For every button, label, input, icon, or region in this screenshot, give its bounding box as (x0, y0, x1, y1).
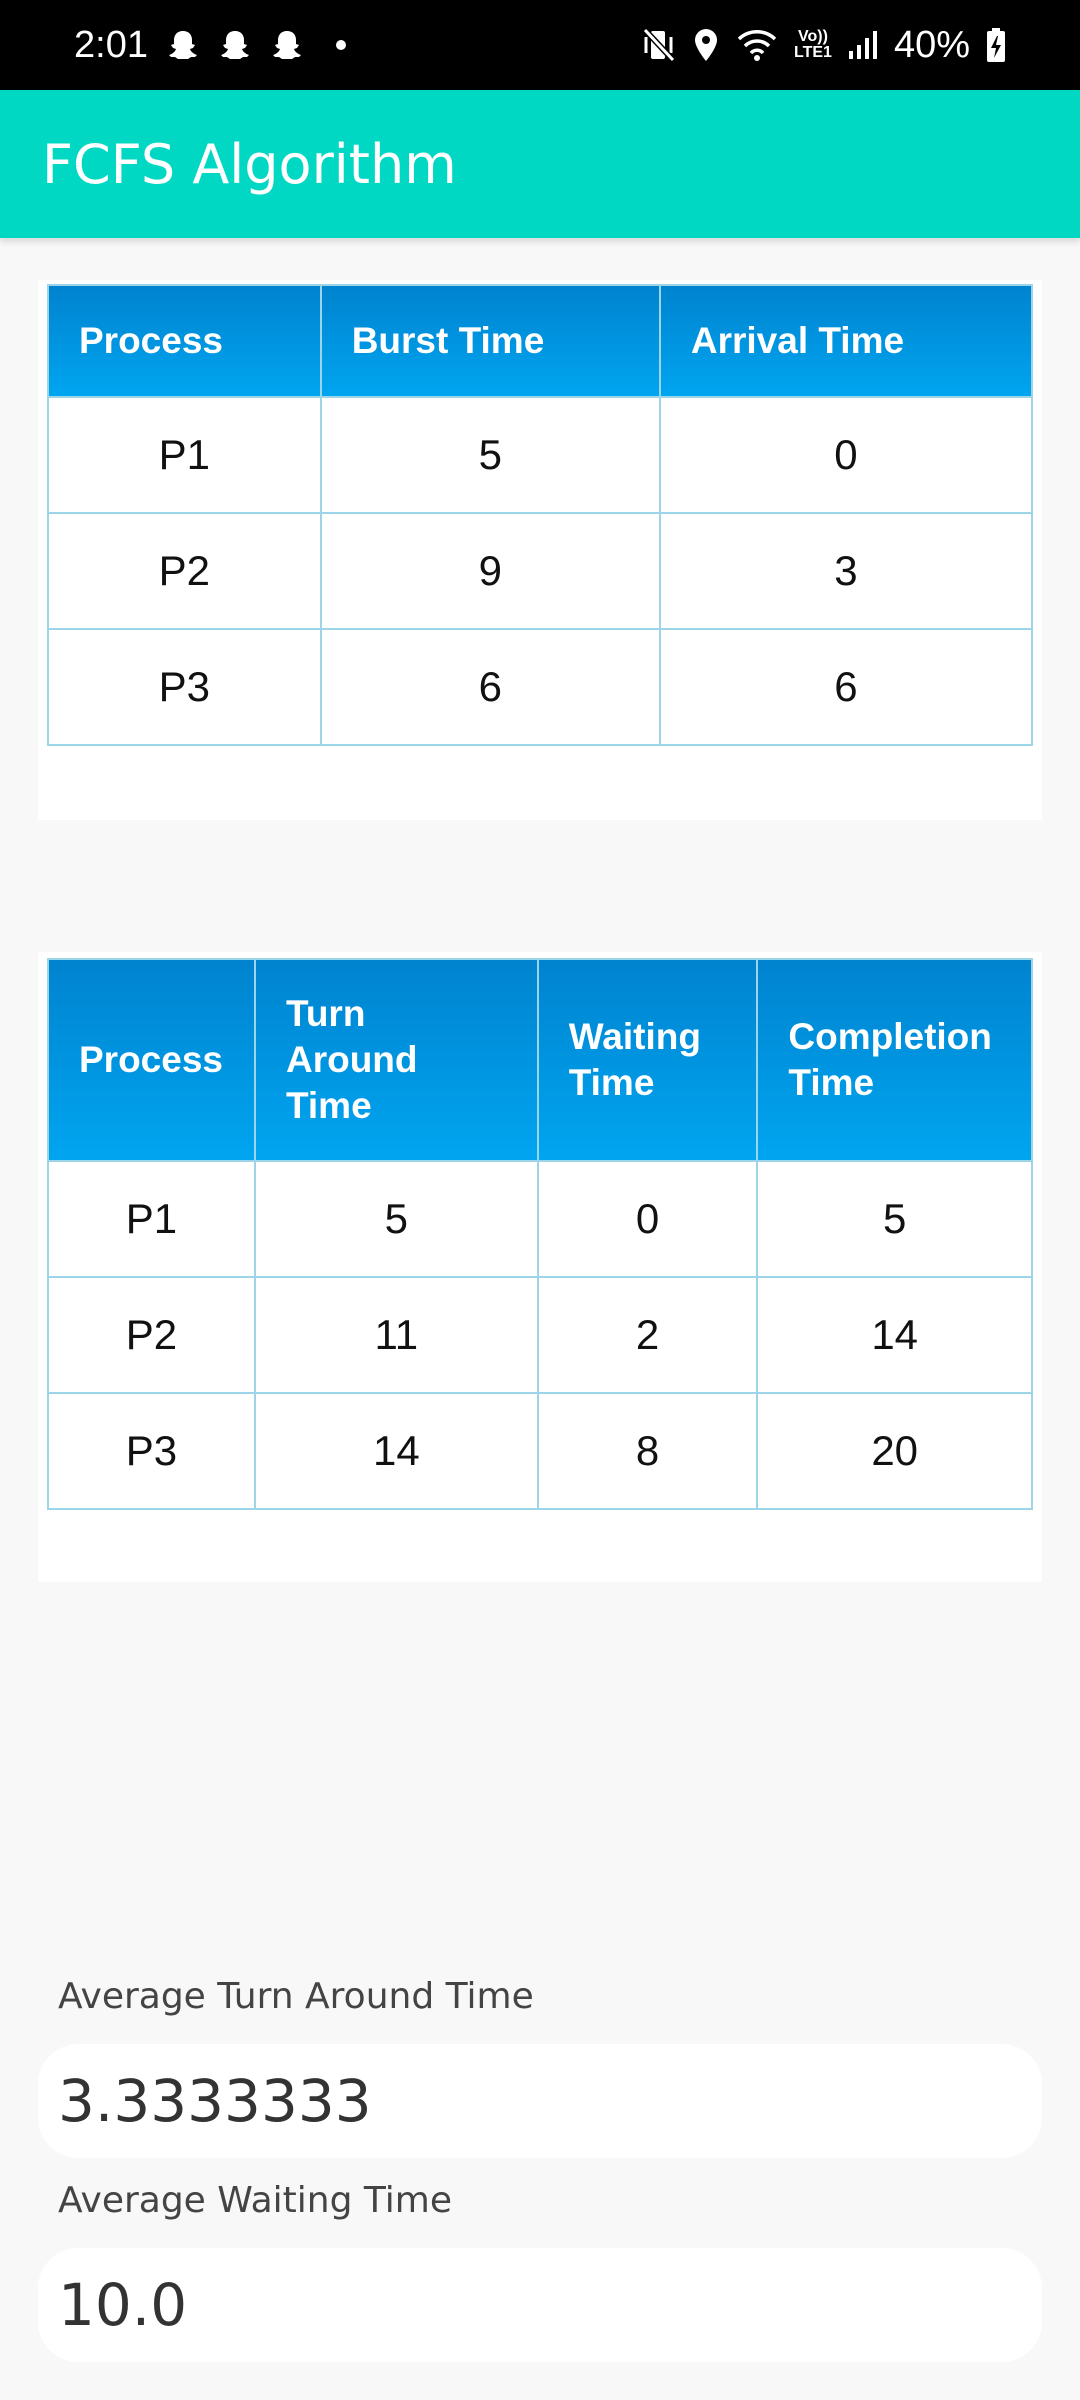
cell-process: P1 (47, 1160, 256, 1278)
table-row: P2 9 3 (47, 512, 1034, 630)
table-row: P2 11 2 14 (47, 1276, 1033, 1394)
avg-turn-around-label: Average Turn Around Time (58, 1976, 534, 2017)
cell-turn-around-time: 14 (253, 1392, 539, 1510)
snapchat-icon (168, 31, 197, 59)
table-header-row: Process Burst Time Arrival Time (47, 284, 1034, 398)
avg-waiting-field[interactable]: 10.0 (38, 2248, 1042, 2362)
cell-completion-time: 20 (756, 1392, 1033, 1510)
cell-process: P3 (47, 628, 322, 746)
status-right: Vo)) LTE1 40% (642, 24, 1006, 67)
battery-charging-icon (987, 28, 1005, 62)
table-row: P3 6 6 (47, 628, 1034, 746)
table-row: P3 14 8 20 (47, 1392, 1033, 1510)
cell-burst-time: 9 (319, 512, 661, 630)
cell-burst-time: 5 (319, 396, 661, 514)
cell-process: P3 (47, 1392, 256, 1510)
avg-turn-around-field[interactable]: 3.3333333 (38, 2044, 1042, 2158)
app-title: FCFS Algorithm (42, 132, 457, 196)
result-table-card: Process Turn Around Time Waiting Time Co… (38, 952, 1042, 1582)
battery-percent: 40% (893, 23, 970, 66)
cell-turn-around-time: 11 (253, 1276, 539, 1394)
cell-arrival-time: 6 (658, 628, 1034, 746)
lte-label: LTE1 (794, 44, 832, 61)
cell-arrival-time: 3 (658, 512, 1034, 630)
header-waiting-time: Waiting Time (536, 958, 759, 1162)
network-type: Vo)) LTE1 (794, 29, 832, 61)
cell-waiting-time: 8 (536, 1392, 759, 1510)
header-process: Process (47, 958, 256, 1162)
status-time: 2:01 (74, 23, 148, 66)
input-table: Process Burst Time Arrival Time P1 5 0 P… (47, 284, 1034, 746)
cell-turn-around-time: 5 (253, 1160, 539, 1278)
signal-icon (848, 31, 877, 59)
app-bar: FCFS Algorithm (0, 90, 1080, 238)
header-completion-time: Completion Time (756, 958, 1033, 1162)
header-process: Process (47, 284, 322, 398)
header-turn-around-time: Turn Around Time (253, 958, 539, 1162)
cell-completion-time: 14 (756, 1276, 1033, 1394)
cell-waiting-time: 2 (536, 1276, 759, 1394)
result-table: Process Turn Around Time Waiting Time Co… (47, 958, 1033, 1510)
avg-waiting-label: Average Waiting Time (58, 2180, 452, 2221)
cell-process: P2 (47, 1276, 256, 1394)
cell-process: P2 (47, 512, 322, 630)
table-row: P1 5 0 (47, 396, 1034, 514)
cell-burst-time: 6 (319, 628, 661, 746)
header-arrival-time: Arrival Time (658, 284, 1034, 398)
notification-dot-icon (335, 40, 346, 50)
status-left: 2:01 (74, 24, 346, 67)
snapchat-icon (220, 31, 249, 59)
location-icon (695, 29, 717, 61)
input-table-card: Process Burst Time Arrival Time P1 5 0 P… (38, 280, 1042, 820)
wifi-icon (737, 30, 777, 61)
cell-arrival-time: 0 (658, 396, 1034, 514)
table-row: P1 5 0 5 (47, 1160, 1033, 1278)
table-header-row: Process Turn Around Time Waiting Time Co… (47, 958, 1033, 1162)
status-bar: 2:01 Vo)) LTE1 40% (0, 0, 1080, 90)
cell-process: P1 (47, 396, 322, 514)
cell-completion-time: 5 (756, 1160, 1033, 1278)
volte-label: Vo)) (798, 28, 828, 45)
vibrate-mute-icon (642, 27, 676, 63)
header-burst-time: Burst Time (319, 284, 661, 398)
cell-waiting-time: 0 (536, 1160, 759, 1278)
snapchat-icon (272, 31, 301, 59)
